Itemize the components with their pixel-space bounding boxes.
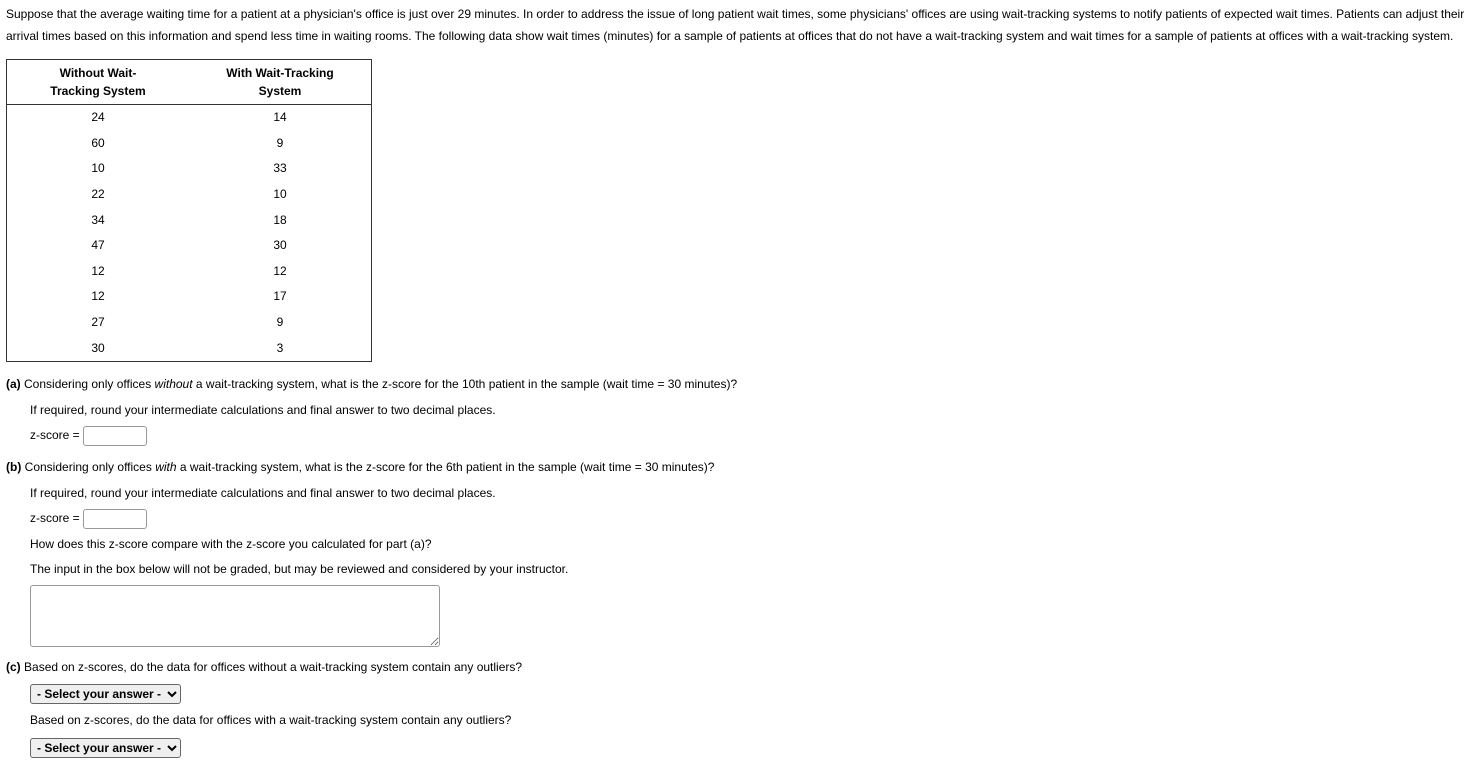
table-row: 4730 — [7, 233, 372, 259]
table-row: 609 — [7, 131, 372, 157]
table-row: 303 — [7, 336, 372, 362]
select-answer-c1[interactable]: - Select your answer - — [30, 684, 181, 704]
intro-text: Suppose that the average waiting time fo… — [6, 4, 1474, 47]
zscore-input-b[interactable] — [83, 509, 147, 529]
part-a-label: (a) — [6, 377, 21, 391]
part-a: (a) Considering only offices without a w… — [6, 374, 1474, 447]
table-row: 2210 — [7, 182, 372, 208]
part-b-round-note: If required, round your intermediate cal… — [30, 483, 1474, 505]
part-c-q1: Based on z-scores, do the data for offic… — [24, 660, 522, 674]
select-answer-c2[interactable]: - Select your answer - — [30, 738, 181, 758]
wait-times-table: Without Wait- Tracking System With Wait-… — [6, 59, 372, 362]
col-header-with: With Wait-Tracking System — [189, 60, 372, 105]
part-c: (c) Based on z-scores, do the data for o… — [6, 657, 1474, 759]
part-b-label: (b) — [6, 460, 21, 474]
zscore-label-b: z-score = — [30, 511, 80, 525]
table-row: 279 — [7, 310, 372, 336]
essay-input-b[interactable] — [30, 585, 440, 647]
table-row: 3418 — [7, 208, 372, 234]
table-row: 1217 — [7, 284, 372, 310]
part-b-note: The input in the box below will not be g… — [30, 559, 1474, 581]
part-a-round-note: If required, round your intermediate cal… — [30, 400, 1474, 422]
part-c-label: (c) — [6, 660, 21, 674]
part-b-question: Considering only offices with a wait-tra… — [25, 460, 715, 474]
table-row: 1212 — [7, 259, 372, 285]
col-header-without: Without Wait- Tracking System — [7, 60, 190, 105]
part-a-question: Considering only offices without a wait-… — [24, 377, 737, 391]
table-row: 1033 — [7, 156, 372, 182]
table-row: 2414 — [7, 105, 372, 131]
part-c-q2: Based on z-scores, do the data for offic… — [30, 710, 1474, 732]
zscore-label-a: z-score = — [30, 428, 80, 442]
zscore-input-a[interactable] — [83, 426, 147, 446]
part-b-compare: How does this z-score compare with the z… — [30, 534, 1474, 556]
part-b: (b) Considering only offices with a wait… — [6, 457, 1474, 647]
